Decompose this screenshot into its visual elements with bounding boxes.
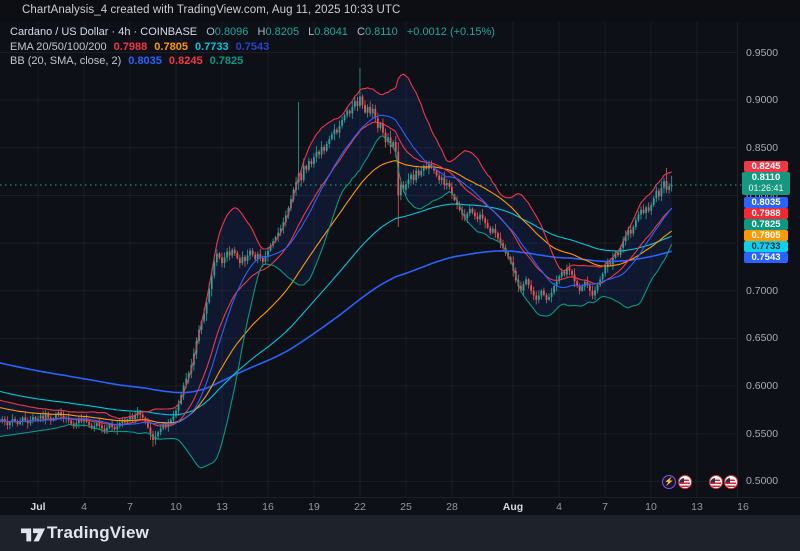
ema-value: 0.7805 xyxy=(154,41,188,53)
time-axis-label: 13 xyxy=(216,501,228,513)
legend-symbol-row[interactable]: Cardano / US Dollar · 4h · COINBASE O0.8… xyxy=(10,26,495,40)
price-axis-label: 0.7000 xyxy=(746,285,796,297)
close-label: C xyxy=(357,26,365,38)
close-value: 0.8110 xyxy=(365,26,398,38)
change-value: +0.0012 (+0.15%) xyxy=(407,26,495,38)
price-axis-label: 0.5000 xyxy=(746,475,796,487)
ema50-tag: 0.7805 xyxy=(744,230,788,241)
high-value: 0.8205 xyxy=(265,26,299,38)
time-axis[interactable]: Jul 4 7 10 13 16 19 22 25 28 Aug 4 7 10 13 16 xyxy=(0,497,800,516)
event-icon-lightning[interactable]: ⚡ xyxy=(662,475,676,489)
event-icon-us-flag[interactable] xyxy=(709,475,723,489)
time-axis-label: 4 xyxy=(556,501,562,513)
event-icon-us-flag[interactable] xyxy=(678,475,692,489)
time-axis-label: 4 xyxy=(81,501,87,513)
legend-ema-row[interactable]: EMA 20/50/100/200 0.7988 0.7805 0.7733 0.754… xyxy=(10,41,495,55)
time-axis-label: Jul xyxy=(30,501,45,513)
indicator-line xyxy=(0,204,672,415)
time-axis-label: 7 xyxy=(602,501,608,513)
price-chart-canvas[interactable] xyxy=(0,0,800,551)
interval-label: 4h xyxy=(118,26,130,38)
bb-basis-tag: 0.8035 xyxy=(744,197,788,208)
bb-upper-tag: 0.8245 xyxy=(744,161,788,172)
time-axis-label: 16 xyxy=(262,501,274,513)
price-axis-label: 0.9500 xyxy=(746,47,796,59)
ema-value: 0.7543 xyxy=(236,41,270,53)
symbol-name: Cardano / US Dollar · 4h · COINBASE xyxy=(10,26,197,38)
tradingview-logo-icon[interactable] xyxy=(18,522,48,546)
time-axis-label: 25 xyxy=(400,501,412,513)
time-axis-label: 22 xyxy=(354,501,366,513)
bb-value: 0.7825 xyxy=(210,55,244,67)
ema-indicator-label: EMA 20/50/100/200 xyxy=(10,41,107,53)
open-label: O xyxy=(206,26,215,38)
exchange-label: COINBASE xyxy=(140,26,197,38)
open-value: 0.8096 xyxy=(215,26,249,38)
bb-value: 0.8245 xyxy=(169,55,203,67)
event-icon-us-flag[interactable] xyxy=(724,475,738,489)
price-axis-label: 0.8500 xyxy=(746,142,796,154)
footer-bar: TradingView xyxy=(0,515,800,551)
time-axis-label: 13 xyxy=(691,501,703,513)
price-axis-label: 0.6500 xyxy=(746,332,796,344)
time-axis-label: 10 xyxy=(170,501,182,513)
bb-lower-tag: 0.7825 xyxy=(744,219,788,230)
ema-value: 0.7733 xyxy=(195,41,229,53)
bb-indicator-label: BB (20, SMA, close, 2) xyxy=(10,55,121,67)
price-axis-label: 0.5500 xyxy=(746,428,796,440)
time-axis-label: 28 xyxy=(446,501,458,513)
time-axis-label: 19 xyxy=(308,501,320,513)
bar-countdown: 01:26:41 xyxy=(742,183,790,194)
low-value: 0.8041 xyxy=(314,26,348,38)
tradingview-snapshot: ChartAnalysis_4 created with TradingView… xyxy=(0,0,800,551)
ema100-tag: 0.7733 xyxy=(744,241,788,252)
time-axis-label: 16 xyxy=(737,501,749,513)
last-price-tag: 0.811001:26:41 xyxy=(742,172,790,195)
time-axis-label: 7 xyxy=(127,501,133,513)
tradingview-wordmark[interactable]: TradingView xyxy=(47,523,149,543)
time-axis-label: Aug xyxy=(503,501,523,513)
bb-value: 0.8035 xyxy=(128,55,162,67)
price-axis-label: 0.6000 xyxy=(746,380,796,392)
ema20-tag: 0.7988 xyxy=(744,208,788,219)
legend-bb-row[interactable]: BB (20, SMA, close, 2) 0.8035 0.8245 0.7825 xyxy=(10,55,495,69)
ema-value: 0.7988 xyxy=(114,41,148,53)
ema200-tag: 0.7543 xyxy=(744,252,788,263)
time-axis-label: 10 xyxy=(645,501,657,513)
price-axis-label: 0.9000 xyxy=(746,94,796,106)
chart-legend: Cardano / US Dollar · 4h · COINBASE O0.8… xyxy=(10,26,495,70)
price-axis-border xyxy=(737,22,738,497)
